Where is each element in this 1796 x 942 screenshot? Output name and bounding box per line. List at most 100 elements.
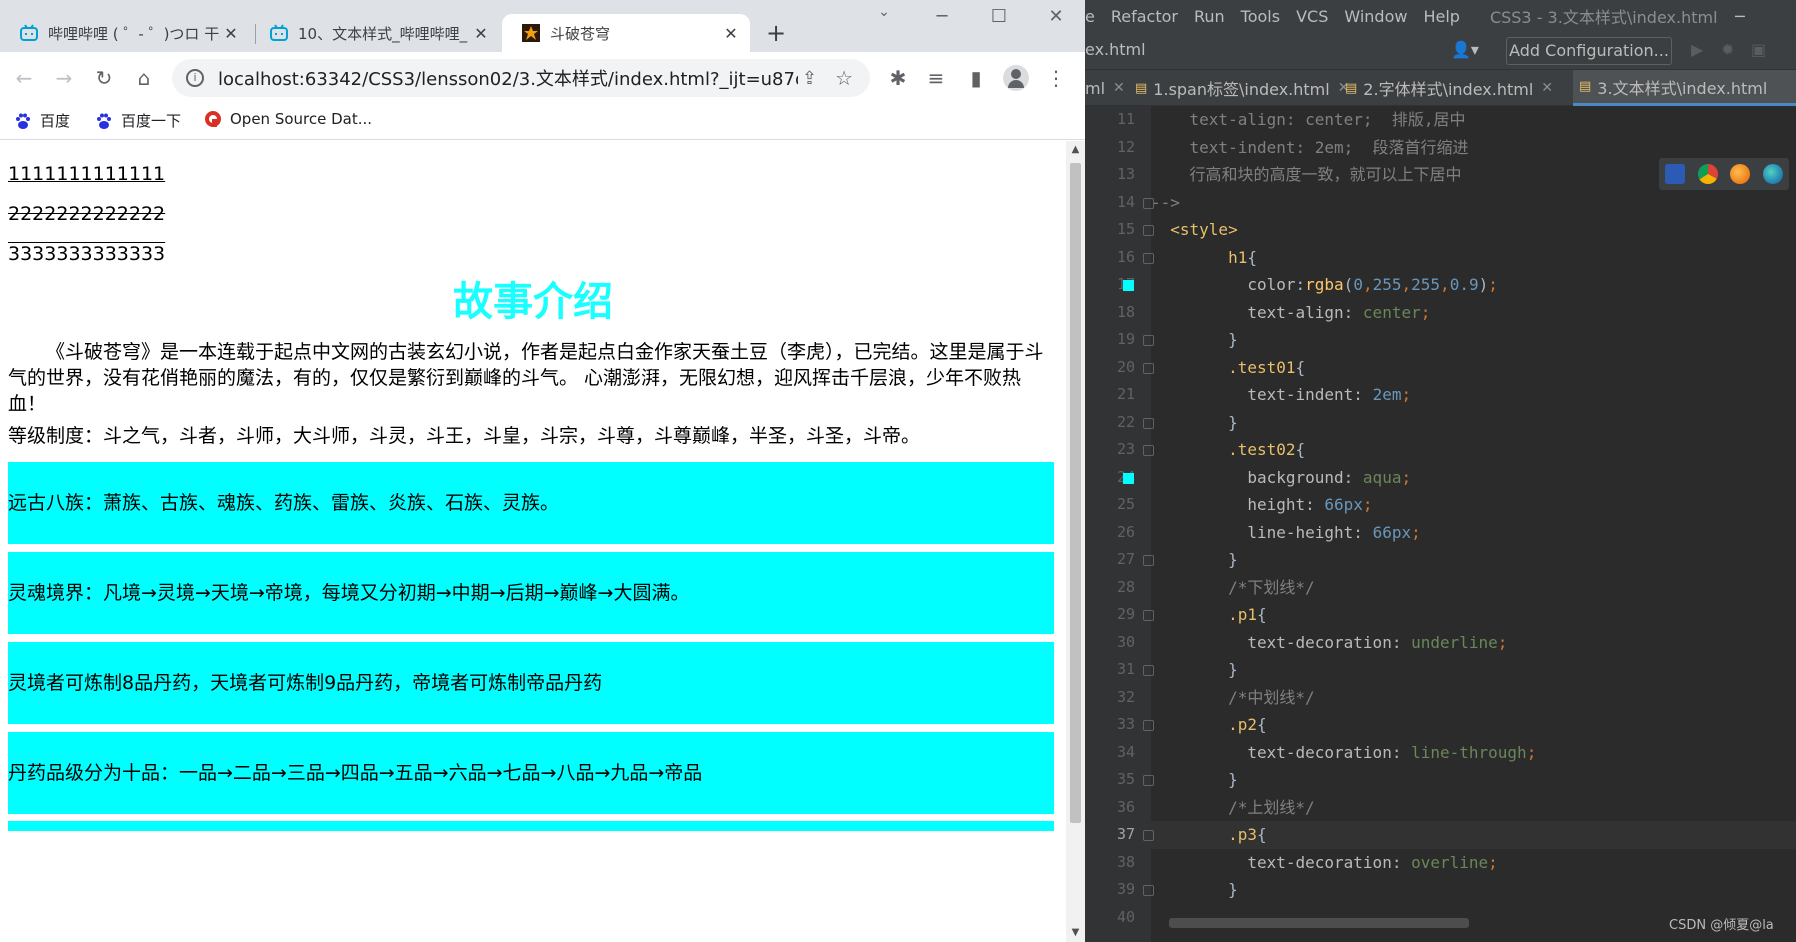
editor-tab-span[interactable]: ▤ 1.span标签\index.html ✕ — [1135, 70, 1349, 106]
debug-icon[interactable]: ✹ — [1721, 40, 1734, 59]
menu-item-edit[interactable]: e — [1085, 7, 1095, 26]
editor-tab-text[interactable]: ▤ 3.文本样式\index.html — [1573, 70, 1796, 106]
menu-item-vcs[interactable]: VCS — [1296, 7, 1328, 26]
code-line[interactable]: } — [1151, 656, 1796, 684]
maximize-icon[interactable]: ☐ — [979, 6, 1019, 27]
tab-doupo[interactable]: 斗破苍穹 ✕ — [502, 14, 750, 52]
code-line[interactable]: } — [1151, 546, 1796, 574]
code-line[interactable] — [1151, 904, 1796, 932]
tab-bilibili-video[interactable]: 10、文本样式_哔哩哔哩_ ✕ — [250, 14, 500, 52]
code-line[interactable]: } — [1151, 326, 1796, 354]
code-line[interactable]: /*上划线*/ — [1151, 794, 1796, 822]
back-arrow-icon[interactable]: ← — [10, 64, 38, 92]
line-number: 31 — [1116, 660, 1135, 678]
code-line[interactable]: text-decoration: overline; — [1151, 849, 1796, 877]
code-line[interactable]: --> — [1151, 189, 1796, 217]
line-number: 37 — [1116, 825, 1135, 843]
menu-item-window[interactable]: Window — [1344, 7, 1407, 26]
menu-item-refactor[interactable]: Refactor — [1111, 7, 1178, 26]
code-line[interactable]: .test01{ — [1151, 354, 1796, 382]
fold-marker-icon[interactable] — [1143, 665, 1154, 676]
user-icon[interactable]: 👤▾ — [1451, 40, 1479, 59]
code-line[interactable]: text-align: center; 排版,居中 — [1151, 106, 1796, 134]
close-icon[interactable]: ✕ — [1113, 80, 1125, 96]
bookmark-open-source[interactable]: Open Source Dat... — [204, 110, 372, 128]
code-line[interactable]: 行高和块的高度一致，就可以上下居中 — [1151, 161, 1796, 189]
address-bar[interactable]: i localhost:63342/CSS3/lensson02/3.文本样式/… — [172, 59, 870, 97]
color-swatch-icon[interactable] — [1123, 472, 1134, 484]
scroll-down-arrow-icon[interactable]: ▼ — [1066, 924, 1085, 942]
fold-marker-icon[interactable] — [1143, 417, 1154, 429]
breadcrumb[interactable]: ex.html — [1085, 40, 1146, 59]
code-line[interactable]: } — [1151, 766, 1796, 794]
fold-marker-icon[interactable] — [1143, 225, 1154, 236]
minimize-icon[interactable]: ─ — [1735, 7, 1745, 26]
fold-marker-icon[interactable] — [1143, 197, 1154, 209]
close-icon[interactable]: ✕ — [220, 22, 242, 44]
fold-marker-icon[interactable] — [1143, 610, 1154, 621]
fold-marker-icon[interactable] — [1143, 445, 1154, 456]
color-swatch-icon[interactable] — [1123, 280, 1134, 291]
menu-item-run[interactable]: Run — [1194, 7, 1225, 26]
close-window-icon[interactable]: ✕ — [1036, 6, 1076, 27]
editor-tab-ml[interactable]: ml ✕ — [1085, 70, 1129, 106]
share-icon[interactable]: ⇪ — [802, 68, 817, 89]
bookmark-star-icon[interactable]: ☆ — [835, 66, 853, 90]
code-line[interactable]: background: aqua; — [1151, 464, 1796, 492]
side-panel-icon[interactable]: ▮ — [962, 64, 990, 92]
code-line[interactable]: .p3{ — [1151, 821, 1796, 849]
media-queue-icon[interactable]: ≡ — [922, 64, 950, 92]
code-line[interactable]: } — [1151, 876, 1796, 904]
code-line[interactable]: text-align: center; — [1151, 299, 1796, 327]
close-icon[interactable]: ✕ — [1541, 80, 1553, 96]
menu-item-tools[interactable]: Tools — [1241, 7, 1280, 26]
close-icon[interactable]: ✕ — [720, 22, 742, 44]
code-line[interactable]: <style> — [1151, 216, 1796, 244]
fold-marker-icon[interactable] — [1143, 830, 1154, 841]
run-icon[interactable]: ▶ — [1691, 40, 1703, 59]
coverage-icon[interactable]: ▣ — [1751, 40, 1766, 59]
page-scrollbar[interactable]: ▲ ▼ — [1066, 141, 1085, 942]
reload-icon[interactable]: ↻ — [90, 64, 118, 92]
code-line[interactable]: h1{ — [1151, 244, 1796, 272]
close-icon[interactable]: ✕ — [470, 22, 492, 44]
code-line[interactable]: } — [1151, 409, 1796, 437]
menu-item-help[interactable]: Help — [1423, 7, 1459, 26]
forward-arrow-icon[interactable]: → — [50, 64, 78, 92]
editor-tab-font[interactable]: ▤ 2.字体样式\index.html ✕ — [1345, 70, 1553, 106]
fold-marker-icon[interactable] — [1143, 720, 1154, 731]
fold-marker-icon[interactable] — [1143, 775, 1154, 786]
code-line[interactable]: color:rgba(0,255,255,0.9); — [1151, 271, 1796, 299]
fold-marker-icon[interactable] — [1143, 252, 1154, 264]
bookmark-baidu-search[interactable]: 百度一下 — [95, 110, 181, 131]
fold-marker-icon[interactable] — [1143, 555, 1154, 566]
code-line[interactable]: /*下划线*/ — [1151, 574, 1796, 602]
bookmark-baidu[interactable]: 百度 — [14, 110, 70, 131]
code-line[interactable]: height: 66px; — [1151, 491, 1796, 519]
extensions-icon[interactable]: ✱ — [884, 64, 912, 92]
code-line[interactable]: text-decoration: underline; — [1151, 629, 1796, 657]
url-text: localhost:63342/CSS3/lensson02/3.文本样式/in… — [218, 69, 798, 90]
chevron-down-icon[interactable]: ⌄ — [864, 4, 904, 20]
add-configuration-button[interactable]: Add Configuration... — [1506, 37, 1672, 65]
profile-avatar-icon[interactable] — [1002, 64, 1030, 92]
code-line[interactable]: text-indent: 2em; — [1151, 381, 1796, 409]
more-menu-icon[interactable]: ⋮ — [1042, 64, 1070, 92]
fold-marker-icon[interactable] — [1143, 335, 1154, 346]
info-icon[interactable]: i — [186, 69, 204, 87]
code-line[interactable]: .p2{ — [1151, 711, 1796, 739]
scroll-up-arrow-icon[interactable]: ▲ — [1066, 141, 1085, 159]
minimize-icon[interactable]: ─ — [922, 6, 962, 27]
code-line[interactable]: line-height: 66px; — [1151, 519, 1796, 547]
code-line[interactable]: .p1{ — [1151, 601, 1796, 629]
scroll-thumb[interactable] — [1070, 163, 1081, 823]
new-tab-button[interactable]: + — [762, 20, 790, 48]
code-line[interactable]: text-decoration: line-through; — [1151, 739, 1796, 767]
home-icon[interactable]: ⌂ — [130, 64, 158, 92]
fold-marker-icon[interactable] — [1143, 885, 1154, 896]
code-line[interactable]: .test02{ — [1151, 436, 1796, 464]
tab-bilibili-home[interactable]: 哔哩哔哩 ( ゜- ゜)つロ 干杯 ✕ — [0, 14, 250, 52]
code-line[interactable]: /*中划线*/ — [1151, 684, 1796, 712]
code-line[interactable]: text-indent: 2em; 段落首行缩进 — [1151, 134, 1796, 162]
fold-marker-icon[interactable] — [1143, 362, 1154, 374]
